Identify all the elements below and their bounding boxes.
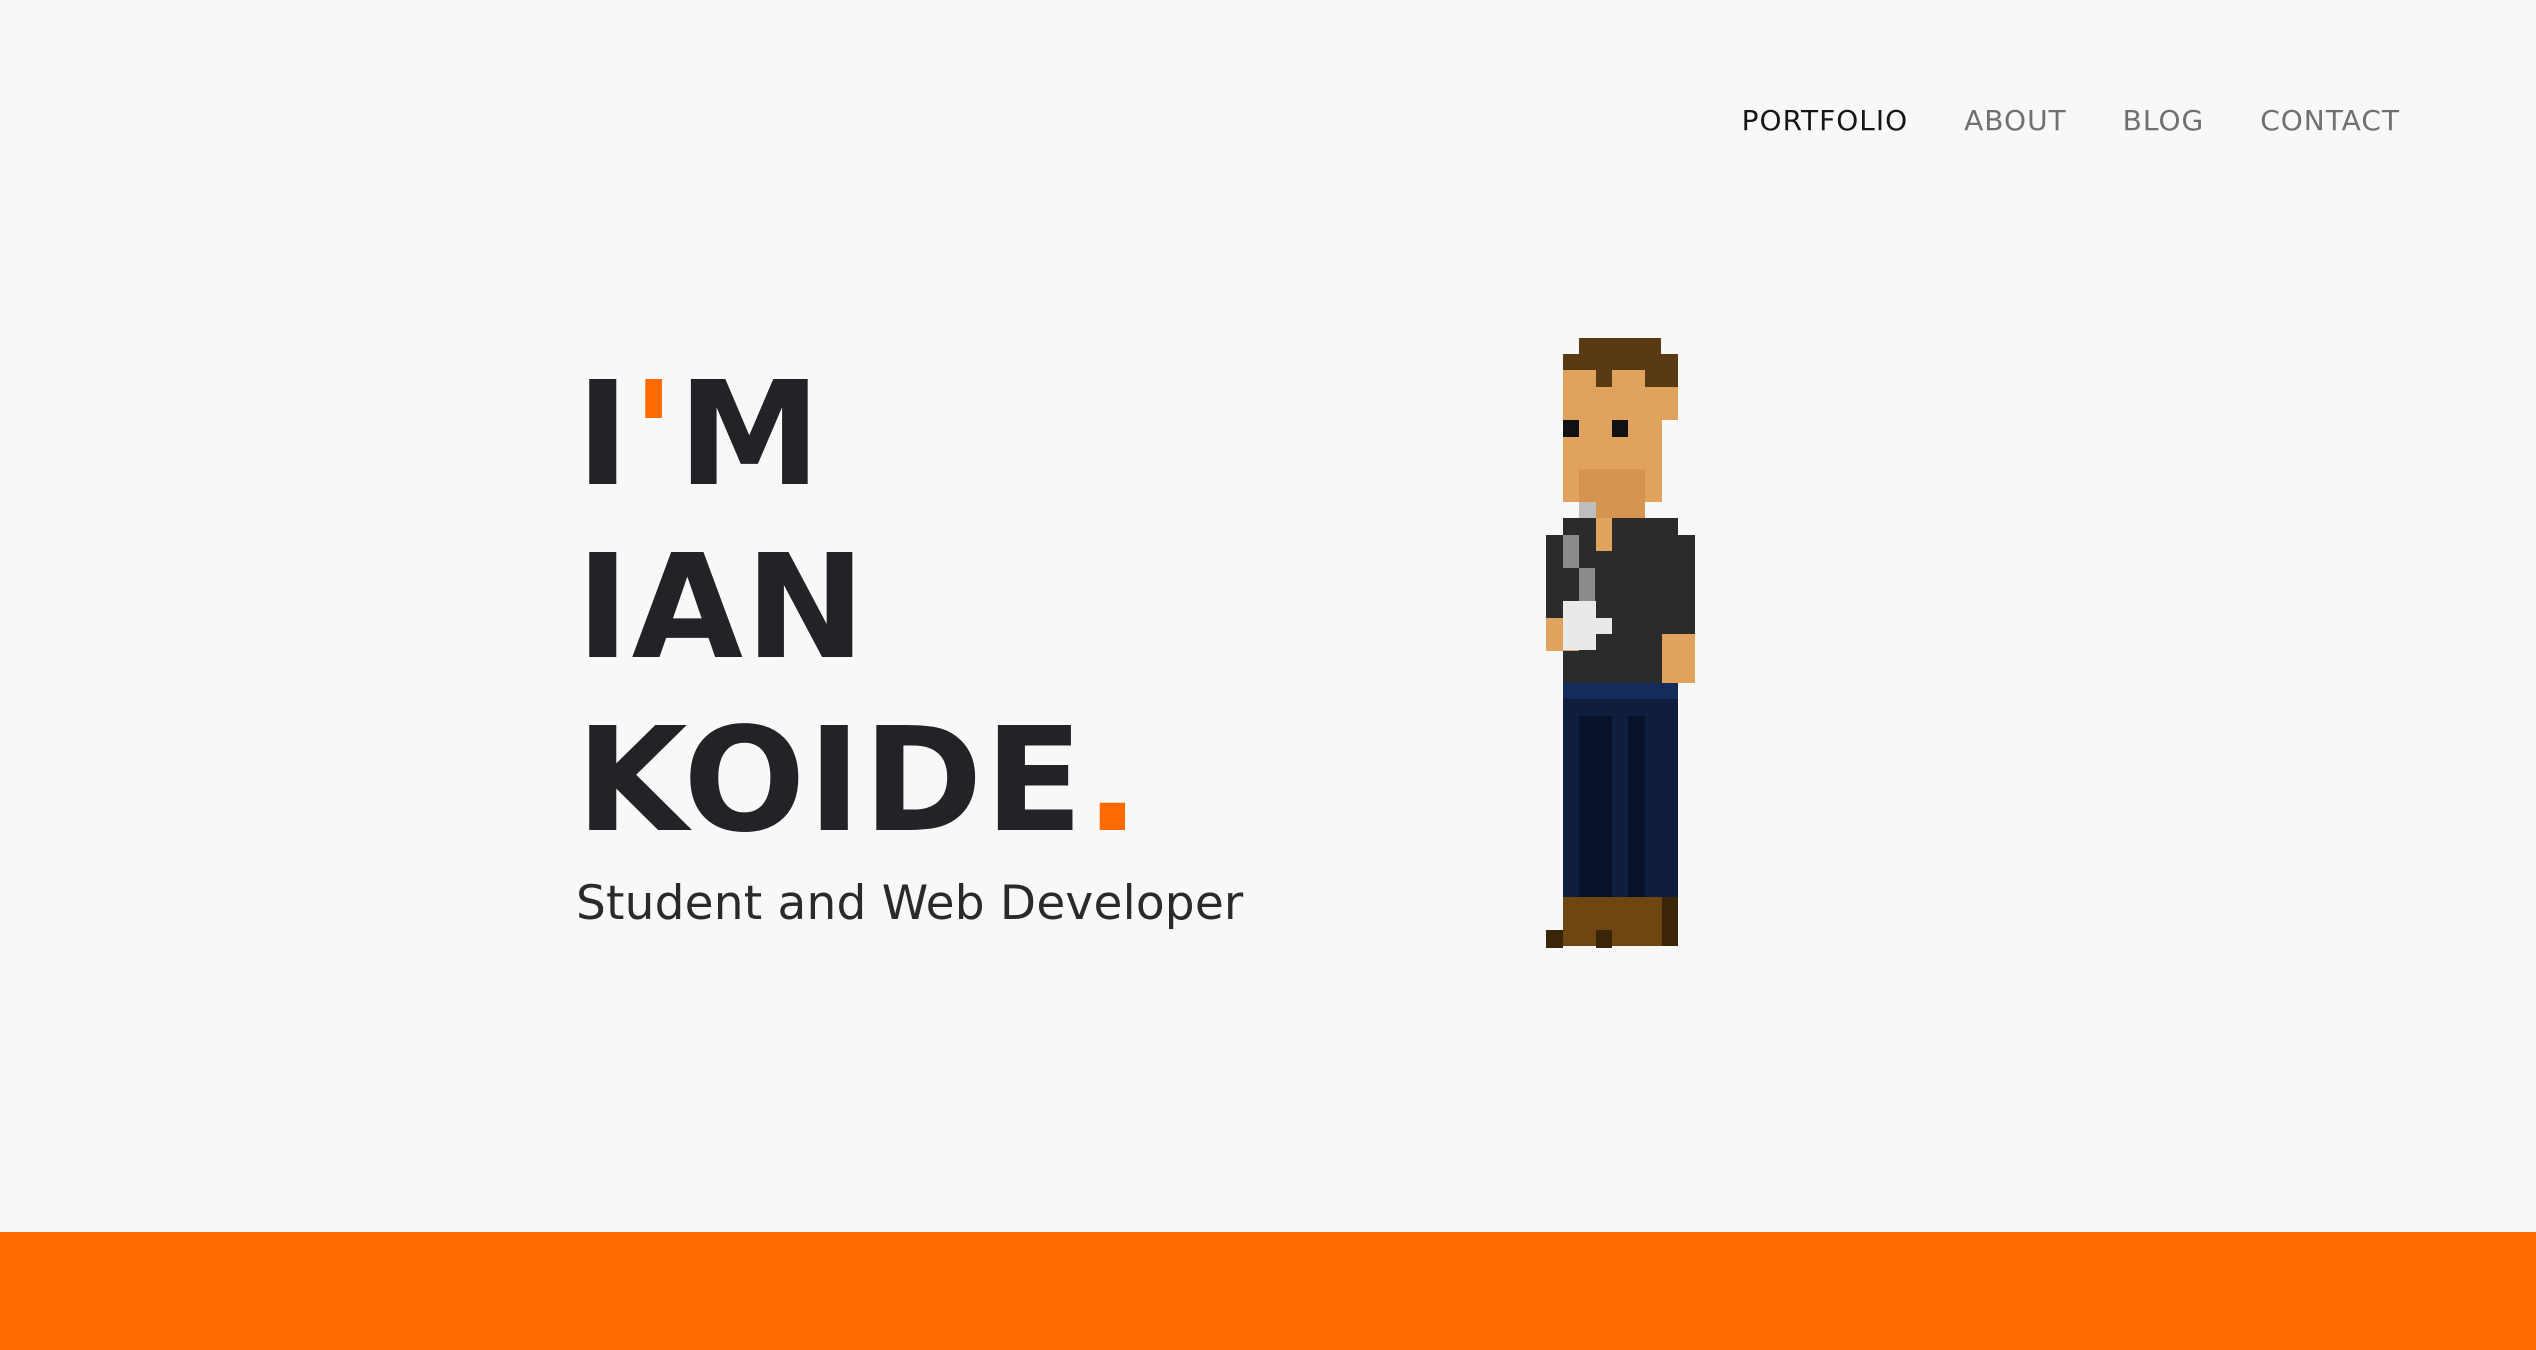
footer-accent-band [0, 1232, 2536, 1350]
hero-apostrophe-accent: ' [631, 350, 678, 518]
hero-line-1: I'M [576, 348, 1142, 521]
hero-title: I'M IAN KOIDE. [576, 348, 1142, 867]
hero-line-2: IAN [576, 523, 868, 691]
hero-line-1-suffix: M [677, 350, 823, 518]
nav-link-portfolio[interactable]: PORTFOLIO [1742, 104, 1909, 138]
hero-subtitle: Student and Web Developer [576, 876, 1244, 931]
main-nav: PORTFOLIO ABOUT BLOG CONTACT [1742, 104, 2400, 138]
pixel-art-person-icon [1546, 338, 1695, 948]
hero-line-1-prefix: I [576, 350, 632, 518]
hero-name-last: KOIDE [576, 696, 1086, 864]
nav-link-about[interactable]: ABOUT [1964, 104, 2067, 138]
nav-link-contact[interactable]: CONTACT [2260, 104, 2400, 138]
nav-link-blog[interactable]: BLOG [2123, 104, 2205, 138]
hero-line-3: KOIDE. [576, 694, 1142, 867]
hero-period-accent: . [1085, 696, 1142, 864]
